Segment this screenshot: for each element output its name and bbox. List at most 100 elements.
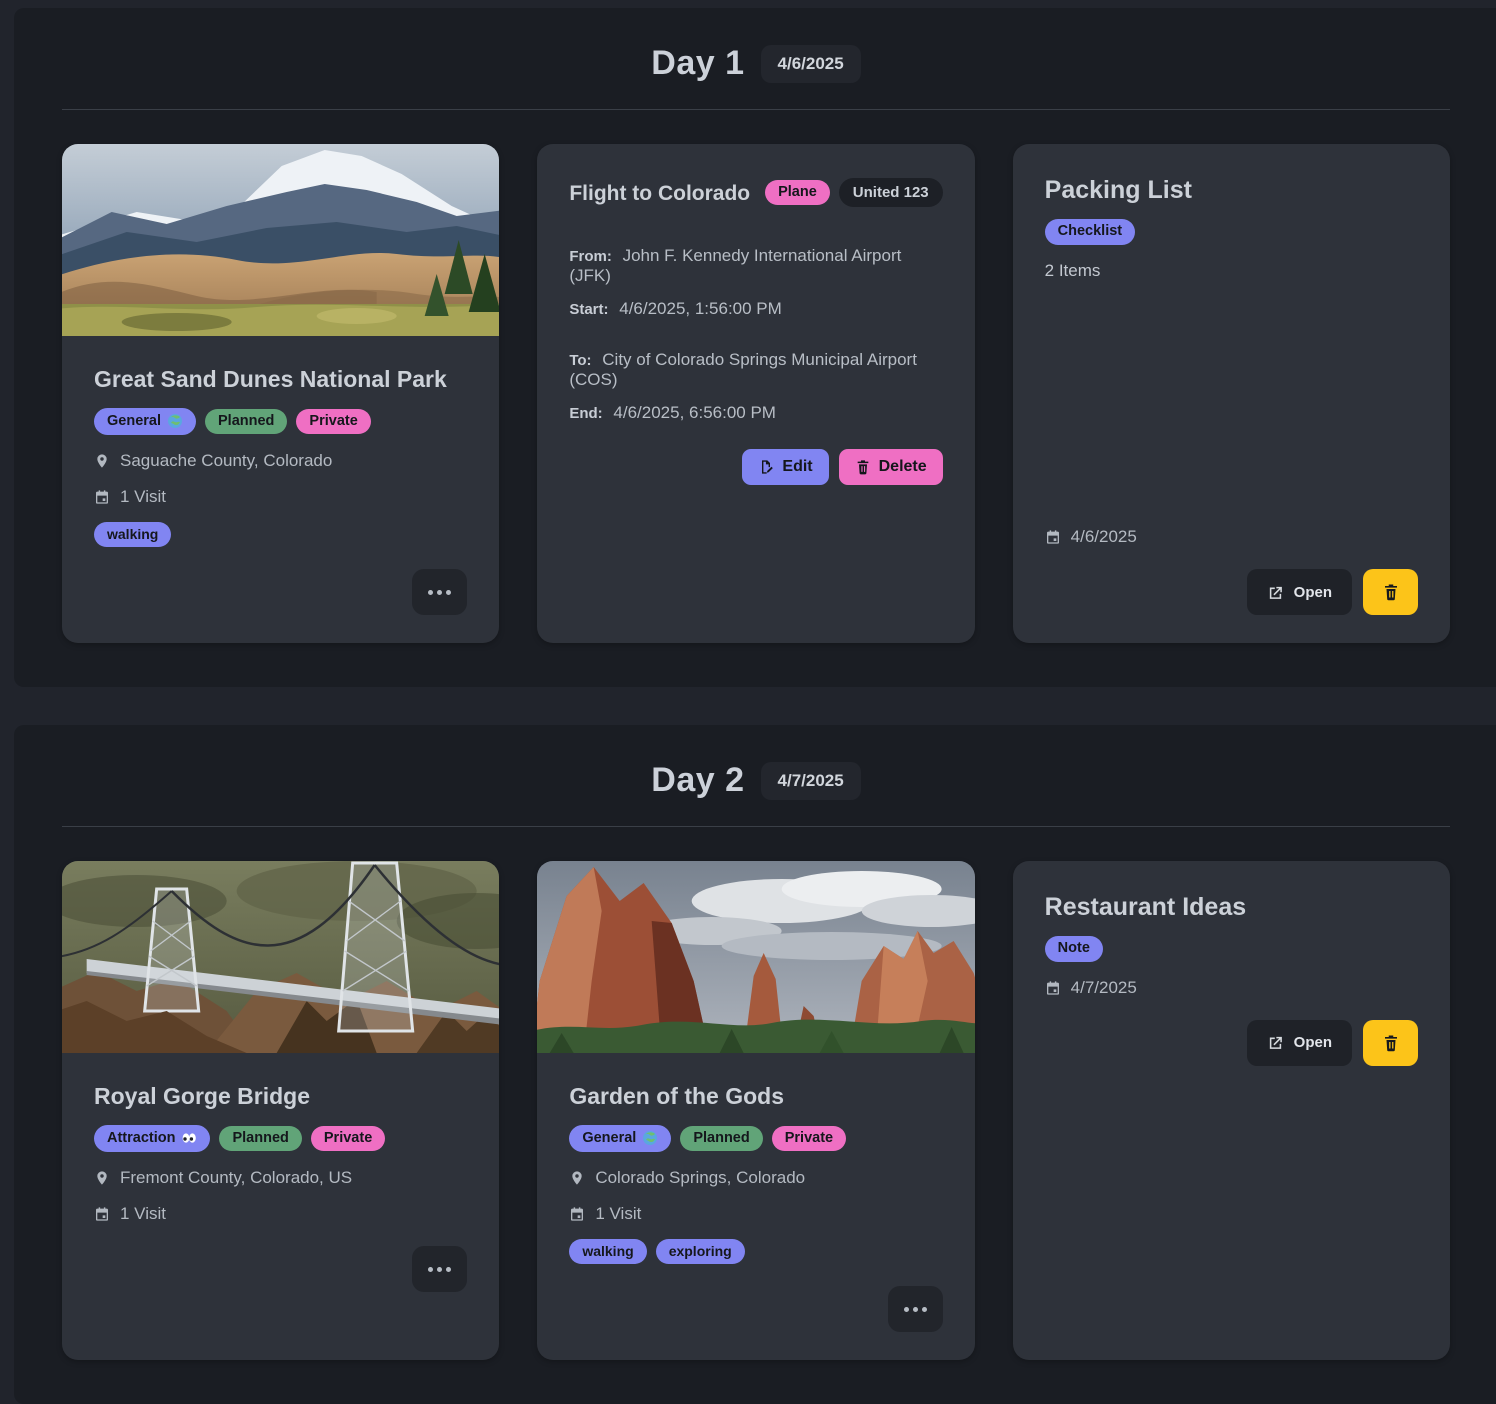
day-divider [62,109,1450,110]
ellipsis-icon [428,590,433,595]
end-value: 4/6/2025, 6:56:00 PM [613,403,776,422]
visits-row: 1 Visit [94,487,467,507]
privacy-tag: Private [311,1126,385,1152]
flight-header: Flight to Colorado Plane United 123 [569,178,942,207]
date-row: 4/7/2025 [1045,978,1418,998]
great-sand-dunes-photo [62,144,499,336]
privacy-tag: Private [772,1126,846,1152]
card-body: Garden of the Gods General Planned Priva… [537,1053,974,1360]
calendar-icon [569,1206,585,1222]
category-tag-label: Attraction [107,1131,175,1146]
activity-tag-row: walking [94,522,467,547]
status-tag: Planned [219,1126,301,1152]
visits-row: 1 Visit [94,1204,467,1224]
to-value: City of Colorado Springs Municipal Airpo… [569,350,917,389]
from-label: From: [569,248,612,265]
edit-button[interactable]: Edit [742,449,828,485]
checklist-title: Packing List [1045,176,1418,205]
category-tag-label: General [582,1131,636,1146]
footer-actions: Open [1045,1020,1418,1066]
location-text: Colorado Springs, Colorado [595,1168,805,1188]
category-tag: Attraction [94,1125,210,1152]
place-card-great-sand-dunes: Great Sand Dunes National Park General P… [62,144,499,643]
note-footer: 4/7/2025 Open [1045,978,1418,1066]
place-title: Royal Gorge Bridge [94,1083,467,1110]
category-tag: General [569,1125,671,1152]
start-value: 4/6/2025, 1:56:00 PM [619,299,782,318]
activity-tag: walking [569,1239,646,1264]
items-count: 2 Items [1045,261,1418,281]
edit-button-label: Edit [782,458,812,476]
activity-tag: walking [94,522,171,547]
royal-gorge-bridge-photo [62,861,499,1053]
location-row: Colorado Springs, Colorado [569,1168,942,1188]
note-card-restaurant-ideas: Restaurant Ideas Note 4/7/2025 Open [1013,861,1450,1360]
globe-icon [642,1130,658,1146]
flight-to-row: To: City of Colorado Springs Municipal A… [569,350,942,390]
card-body: Flight to Colorado Plane United 123 From… [537,144,974,643]
location-row: Fremont County, Colorado, US [94,1168,467,1188]
external-link-icon [1267,584,1284,601]
delete-checklist-button[interactable] [1363,569,1418,615]
external-link-icon [1267,1034,1284,1051]
location-row: Saguache County, Colorado [94,451,467,471]
flight-actions: Edit Delete [569,449,942,485]
more-options-button[interactable] [412,569,467,615]
category-tag: General [94,408,196,435]
flight-badges: Plane United 123 [765,178,943,207]
flight-number-badge: United 123 [839,178,943,207]
spacer [569,319,942,337]
location-text: Saguache County, Colorado [120,451,332,471]
day-2-cards: Royal Gorge Bridge Attraction Planned Pr… [62,861,1450,1360]
location-pin-icon [94,1170,110,1186]
visits-text: 1 Visit [595,1204,641,1224]
edit-document-icon [758,459,774,475]
to-label: To: [569,352,591,369]
category-tag-label: General [107,414,161,429]
day-date-badge: 4/6/2025 [761,45,861,83]
day-1-cards: Great Sand Dunes National Park General P… [62,144,1450,643]
end-label: End: [569,405,602,422]
visits-text: 1 Visit [120,487,166,507]
trash-icon [1382,1034,1400,1052]
open-button-label: Open [1294,584,1332,601]
globe-icon [167,413,183,429]
location-pin-icon [94,453,110,469]
date-row: 4/6/2025 [1045,527,1418,547]
location-text: Fremont County, Colorado, US [120,1168,352,1188]
more-options-button[interactable] [412,1246,467,1292]
checklist-type-badge: Checklist [1045,219,1135,245]
status-tag: Planned [680,1126,762,1152]
flight-start-row: Start: 4/6/2025, 1:56:00 PM [569,299,942,319]
card-body: Royal Gorge Bridge Attraction Planned Pr… [62,1053,499,1360]
flight-end-row: End: 4/6/2025, 6:56:00 PM [569,403,942,423]
open-button-label: Open [1294,1034,1332,1051]
location-pin-icon [569,1170,585,1186]
day-1-section: Day 1 4/6/2025 [14,8,1496,687]
delete-button[interactable]: Delete [839,449,943,485]
delete-note-button[interactable] [1363,1020,1418,1066]
calendar-icon [1045,980,1061,996]
tag-row: General Planned Private [94,408,467,435]
ellipsis-icon [904,1307,909,1312]
open-button[interactable]: Open [1247,1020,1352,1066]
flight-from-row: From: John F. Kennedy International Airp… [569,246,942,286]
note-title: Restaurant Ideas [1045,893,1418,922]
note-type-badge: Note [1045,936,1103,962]
delete-button-label: Delete [879,458,927,476]
start-label: Start: [569,301,608,318]
day-title: Day 2 [651,761,744,800]
calendar-icon [1045,529,1061,545]
footer-actions: Open [1045,569,1418,615]
card-body: Great Sand Dunes National Park General P… [62,336,499,643]
type-badge-row: Checklist [1045,219,1418,245]
tag-row: Attraction Planned Private [94,1125,467,1152]
day-2-section: Day 2 4/7/2025 [14,725,1496,1404]
more-options-button[interactable] [888,1286,943,1332]
eyes-icon [181,1130,197,1146]
place-card-garden-of-the-gods: Garden of the Gods General Planned Priva… [537,861,974,1360]
visits-row: 1 Visit [569,1204,942,1224]
calendar-icon [94,489,110,505]
open-button[interactable]: Open [1247,569,1352,615]
day-divider [62,826,1450,827]
